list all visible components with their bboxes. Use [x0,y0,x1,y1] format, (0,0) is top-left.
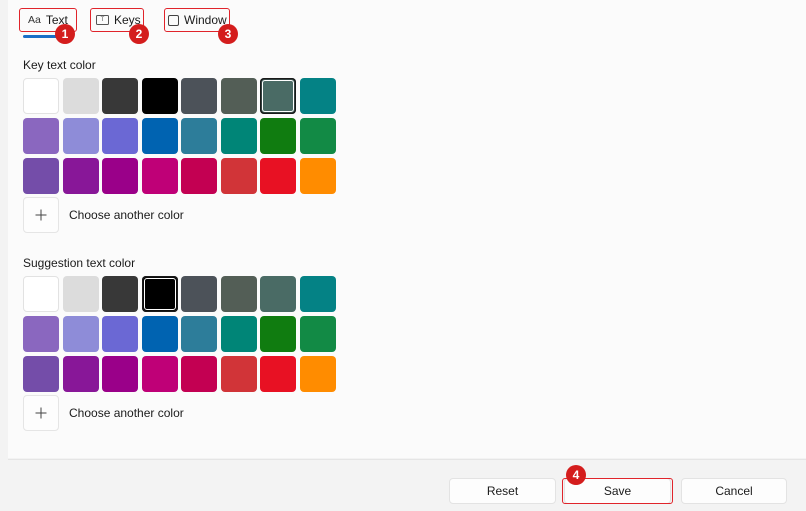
color-swatch[interactable] [181,158,217,194]
color-swatch[interactable] [141,356,178,392]
color-swatch[interactable] [260,78,296,114]
color-swatch[interactable] [141,158,178,194]
color-swatch[interactable] [62,158,99,194]
color-swatch[interactable] [23,118,59,154]
key-text-color-grid [23,78,336,194]
tab-window[interactable]: Window [168,9,227,31]
color-swatch[interactable] [102,356,138,392]
color-swatch[interactable] [23,316,59,352]
suggestion-text-color-grid [23,276,336,392]
color-swatch[interactable] [260,118,296,154]
color-swatch[interactable] [23,158,59,194]
color-swatch[interactable] [220,158,257,194]
color-swatch[interactable] [141,276,178,312]
choose-another-color-label: Choose another color [69,406,184,420]
color-swatch[interactable] [141,118,178,154]
color-swatch[interactable] [62,118,99,154]
color-swatch[interactable] [141,316,178,352]
color-swatch[interactable] [62,316,99,352]
color-swatch[interactable] [181,276,217,312]
callout-badge-4: 4 [566,465,586,485]
color-swatch[interactable] [181,316,217,352]
cancel-button[interactable]: Cancel [681,478,787,504]
color-swatch[interactable] [23,356,59,392]
color-swatch[interactable] [260,158,296,194]
color-swatch[interactable] [220,356,257,392]
callout-badge-3: 3 [218,24,238,44]
suggestion-text-color-label: Suggestion text color [23,256,136,270]
plus-icon[interactable] [23,197,59,233]
color-swatch[interactable] [62,356,99,392]
color-swatch[interactable] [299,158,336,194]
window-icon [168,14,179,26]
color-swatch[interactable] [141,78,178,114]
key-text-choose-another-color[interactable]: Choose another color [23,197,184,233]
tab-window-label: Window [184,13,227,27]
keyboard-key-icon: T [96,15,109,25]
suggestion-text-choose-another-color[interactable]: Choose another color [23,395,184,431]
color-swatch[interactable] [220,78,257,114]
color-swatch[interactable] [102,78,138,114]
reset-button[interactable]: Reset [449,478,556,504]
color-swatch[interactable] [102,158,138,194]
color-swatch[interactable] [220,276,257,312]
color-swatch[interactable] [62,276,99,312]
color-swatch[interactable] [102,118,138,154]
color-swatch[interactable] [220,118,257,154]
plus-icon[interactable] [23,395,59,431]
color-swatch[interactable] [181,78,217,114]
callout-badge-1: 1 [55,24,75,44]
color-swatch[interactable] [299,118,336,154]
color-swatch[interactable] [260,316,296,352]
color-swatch[interactable] [299,316,336,352]
color-swatch[interactable] [181,356,217,392]
color-swatch[interactable] [299,276,336,312]
color-swatch[interactable] [102,276,138,312]
color-swatch[interactable] [260,356,296,392]
choose-another-color-label: Choose another color [69,208,184,222]
color-swatch[interactable] [299,356,336,392]
font-icon: Aa [28,14,41,26]
color-swatch[interactable] [260,276,296,312]
color-swatch[interactable] [102,316,138,352]
color-swatch[interactable] [181,118,217,154]
color-swatch[interactable] [62,78,99,114]
color-swatch[interactable] [299,78,336,114]
color-swatch[interactable] [23,78,59,114]
callout-badge-2: 2 [129,24,149,44]
color-swatch[interactable] [220,316,257,352]
color-swatch[interactable] [23,276,59,312]
key-text-color-label: Key text color [23,58,96,72]
